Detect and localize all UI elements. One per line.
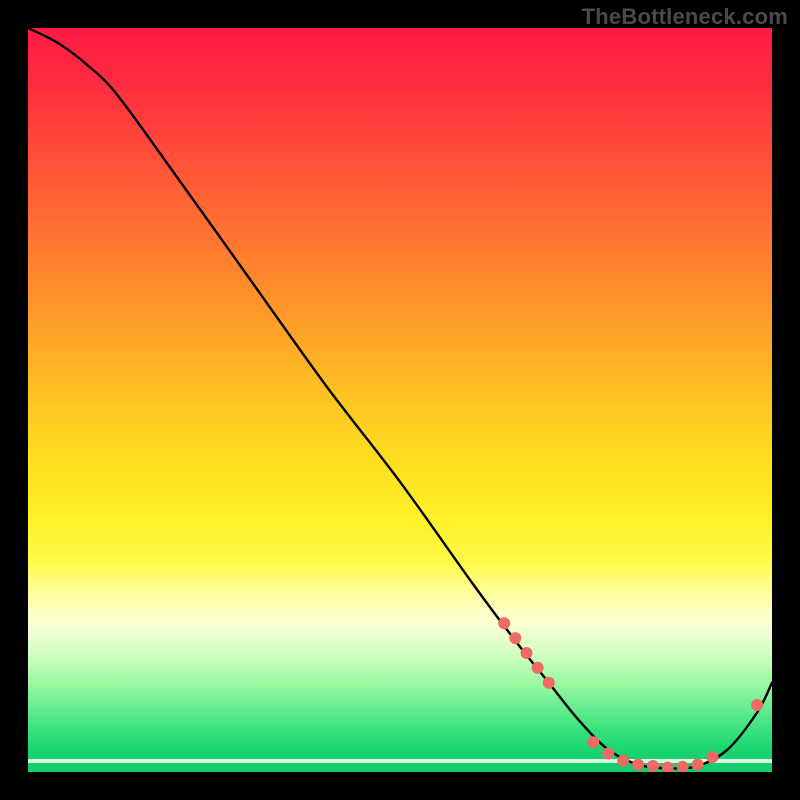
highlight-marker [587,736,599,748]
highlight-marker [632,759,644,771]
highlight-marker [692,759,704,771]
highlight-marker [662,762,674,773]
highlight-marker [509,632,521,644]
highlight-marker [677,761,689,772]
highlight-marker [532,662,544,674]
highlight-marker [751,699,763,711]
highlight-marker [521,647,533,659]
chart-svg [28,28,772,772]
highlight-marker [498,617,510,629]
highlight-marker [543,677,555,689]
chart-frame: TheBottleneck.com [0,0,800,800]
highlight-marker [647,760,659,772]
highlight-marker-group [498,617,763,772]
highlight-marker [617,755,629,767]
plot-area [28,28,772,772]
highlight-marker [707,751,719,763]
bottleneck-curve-line [28,28,772,768]
highlight-marker [602,747,614,759]
watermark-text: TheBottleneck.com [582,4,788,30]
